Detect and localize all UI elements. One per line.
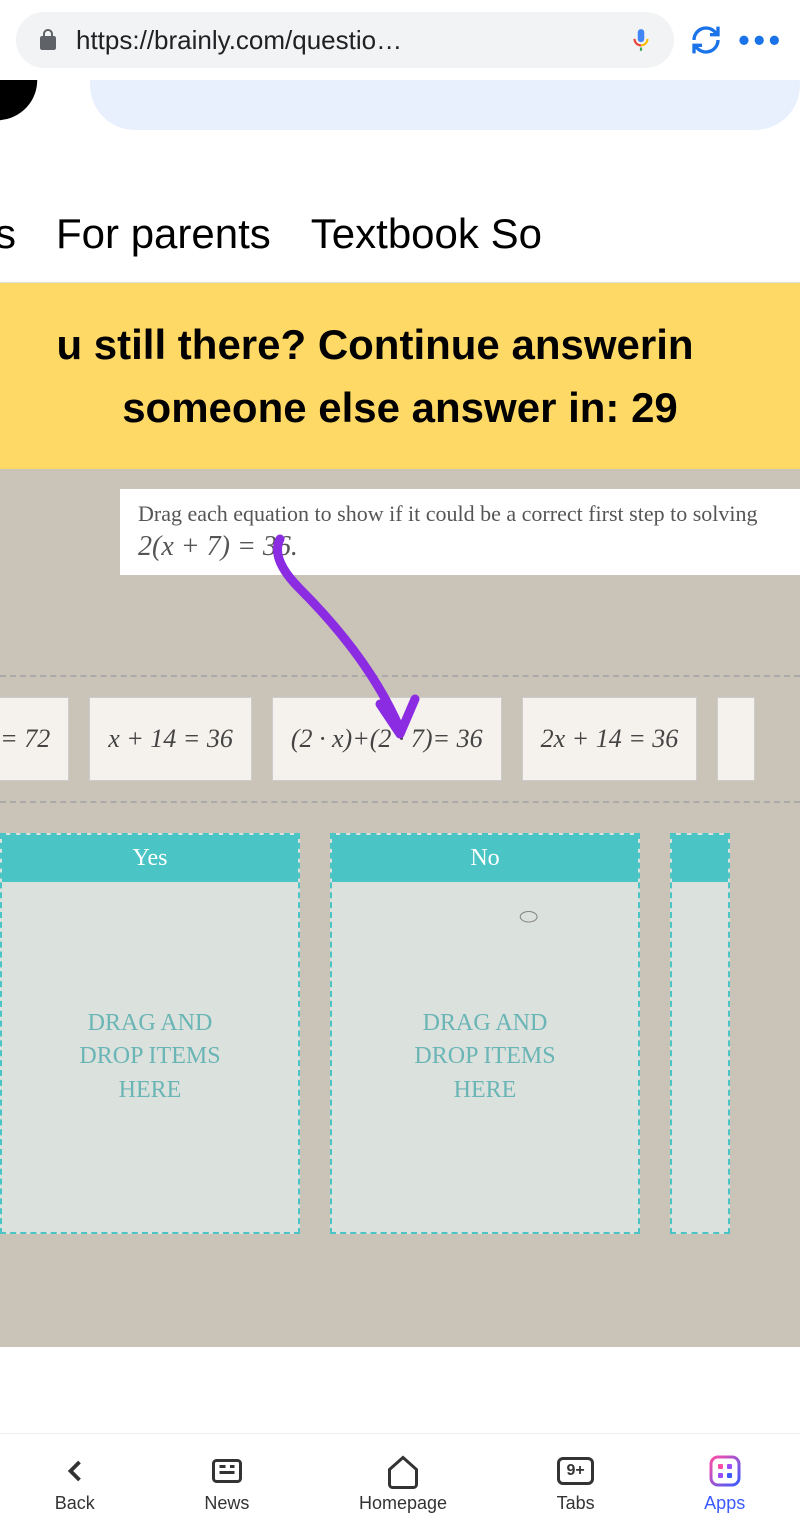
nav-news[interactable]: News [204, 1453, 249, 1514]
microphone-icon[interactable] [628, 27, 654, 53]
url-text: https://brainly.com/questio… [76, 25, 612, 56]
nav-apps[interactable]: Apps [704, 1453, 745, 1514]
back-icon [57, 1453, 93, 1489]
tabs-icon: 9+ [558, 1453, 594, 1489]
equation-tile[interactable]: · 7) = 72 [0, 697, 69, 781]
refresh-icon[interactable] [690, 24, 722, 56]
prompt-text: Drag each equation to show if it could b… [138, 501, 782, 527]
drop-zones: Yes DRAG AND DROP ITEMS HERE No ⬭ DRAG A… [0, 833, 800, 1234]
drop-body: ⬭ DRAG AND DROP ITEMS HERE [332, 882, 638, 1232]
cursor-icon: ⬭ [519, 902, 538, 933]
url-field[interactable]: https://brainly.com/questio… [16, 12, 674, 68]
nav-tab-students[interactable]: nts [0, 210, 16, 258]
drop-zone-yes[interactable]: Yes DRAG AND DROP ITEMS HERE [0, 833, 300, 1234]
equation-tile[interactable]: x + 14 = 36 [89, 697, 252, 781]
home-icon [385, 1453, 421, 1489]
equation-tile[interactable] [717, 697, 755, 781]
lock-icon [36, 28, 60, 52]
nav-tabs[interactable]: 9+ Tabs [557, 1453, 595, 1514]
bottom-navigation: Back News Homepage 9+ Tabs Apps [0, 1433, 800, 1533]
nav-tab-textbook[interactable]: Textbook So [311, 210, 542, 258]
prompt-equation: 2(x + 7) = 36. [138, 531, 782, 563]
apps-icon [707, 1453, 743, 1489]
annotation-arrow-icon [250, 529, 450, 749]
news-icon [209, 1453, 245, 1489]
drop-header [672, 835, 728, 882]
question-content: Drag each equation to show if it could b… [0, 469, 800, 1347]
nav-homepage[interactable]: Homepage [359, 1453, 447, 1514]
drop-body [672, 882, 728, 1232]
nav-back[interactable]: Back [55, 1453, 95, 1514]
countdown-banner: u still there? Continue answerin someone… [0, 283, 800, 469]
browser-address-bar: https://brainly.com/questio… ••• [0, 0, 800, 80]
more-menu-icon[interactable]: ••• [738, 22, 784, 59]
banner-line-1: u still there? Continue answerin [0, 313, 780, 376]
question-prompt: Drag each equation to show if it could b… [120, 489, 800, 575]
drop-zone-extra[interactable] [670, 833, 730, 1234]
drop-header-no: No [332, 835, 638, 882]
drop-header-yes: Yes [2, 835, 298, 882]
nav-tab-parents[interactable]: For parents [56, 210, 271, 258]
drop-body: DRAG AND DROP ITEMS HERE [2, 882, 298, 1232]
drop-zone-no[interactable]: No ⬭ DRAG AND DROP ITEMS HERE [330, 833, 640, 1234]
banner-line-2: someone else answer in: 29 [20, 376, 780, 439]
site-nav-tabs: nts For parents Textbook So [0, 170, 800, 283]
search-bar-partial [0, 80, 800, 170]
equation-tile[interactable]: 2x + 14 = 36 [522, 697, 698, 781]
